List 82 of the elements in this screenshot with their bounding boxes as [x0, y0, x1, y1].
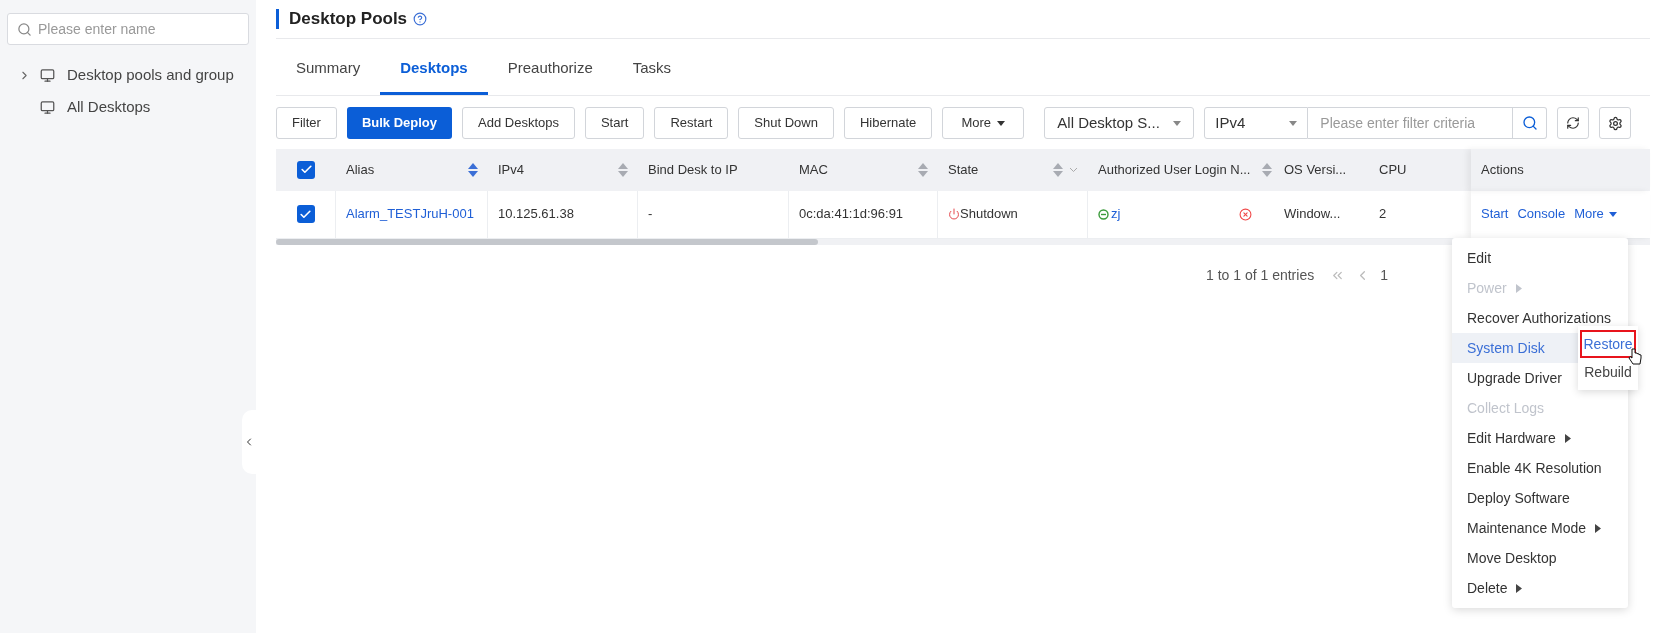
check-icon — [299, 163, 313, 176]
field-select[interactable]: IPv4 — [1204, 107, 1309, 139]
tab[interactable]: Summary — [276, 57, 381, 95]
user-link[interactable]: zj — [1111, 204, 1121, 224]
toolbar-button[interactable]: Hibernate — [843, 107, 933, 139]
refresh-icon — [1566, 116, 1581, 130]
tab[interactable]: Desktops — [380, 57, 488, 95]
status-select[interactable]: All Desktop S... — [1044, 107, 1195, 139]
monitor-icon — [40, 99, 55, 115]
table-cell-text: 10.125.61.38 — [498, 205, 574, 224]
table-cell-text: 2 — [1379, 205, 1387, 224]
caret-icon — [1608, 211, 1617, 217]
column-header: IPv4 — [498, 160, 524, 179]
search-icon — [17, 22, 32, 37]
search-field[interactable]: Please enter name — [7, 13, 249, 45]
caret-icon — [1564, 433, 1571, 443]
settings-icon — [1607, 115, 1623, 131]
column-header: Bind Desk to IP — [648, 160, 738, 179]
table-cell-text: 0c:da:41:1d:96:91 — [799, 205, 904, 224]
menu-item[interactable]: Recover Authorizations — [1452, 303, 1628, 333]
column-header: Alias — [346, 160, 375, 179]
menu-item[interactable]: Edit Hardware — [1452, 423, 1628, 453]
refresh-button[interactable] — [1557, 107, 1590, 139]
column-header: OS Versi... — [1284, 160, 1347, 179]
filter-field[interactable]: Please enter filter criteria — [1308, 107, 1514, 139]
toolbar-button[interactable]: Filter — [276, 107, 337, 139]
page-title: Desktop Pools — [289, 8, 408, 31]
toolbar-button[interactable]: More — [942, 107, 1025, 139]
state-text: Shutdown — [960, 205, 1018, 224]
sort-icon[interactable] — [1262, 162, 1273, 177]
checkbox[interactable] — [296, 205, 315, 223]
caret-icon — [1173, 120, 1182, 126]
column-header: State — [948, 160, 979, 179]
filter-caret-icon[interactable] — [1069, 166, 1078, 173]
action-link[interactable]: Console — [1517, 204, 1566, 224]
toolbar-button[interactable]: Start — [584, 107, 645, 139]
caret-icon — [1515, 283, 1522, 293]
help-icon[interactable] — [413, 12, 428, 26]
tab[interactable]: Preauthorize — [487, 57, 613, 95]
toolbar-button[interactable]: Bulk Deploy — [346, 107, 452, 139]
caret-icon — [1595, 523, 1602, 533]
power-icon — [948, 208, 960, 220]
column-header: Actions — [1481, 160, 1524, 179]
search-icon — [1521, 115, 1538, 131]
menu-item[interactable]: Delete — [1452, 573, 1628, 603]
more-link[interactable]: More — [1574, 204, 1617, 224]
action-link[interactable]: Start — [1481, 204, 1509, 224]
settings-button[interactable] — [1599, 107, 1632, 139]
tree-item[interactable]: Desktop pools and group — [67, 63, 234, 87]
table-cell-text: - — [648, 205, 653, 224]
column-header: CPU — [1379, 160, 1407, 179]
collapse-handle[interactable] — [242, 410, 256, 474]
menu-item[interactable]: Edit — [1452, 243, 1628, 273]
alias-link[interactable]: Alarm_TESTJruH-001 — [346, 204, 474, 224]
toolbar-button[interactable]: Restart — [654, 107, 729, 139]
pagination-summary: 1 to 1 of 1 entries — [1206, 265, 1315, 285]
search-button[interactable] — [1513, 107, 1548, 139]
tab[interactable]: Tasks — [612, 57, 692, 95]
monitor-icon — [40, 67, 55, 83]
menu-item[interactable]: Maintenance Mode — [1452, 513, 1628, 543]
page-number[interactable]: 1 — [1380, 264, 1388, 286]
remove-icon[interactable] — [1239, 207, 1252, 221]
column-header: MAC — [799, 160, 828, 179]
table-cell-text: Window... — [1284, 205, 1341, 224]
caret-icon — [1516, 583, 1523, 593]
menu-item[interactable]: Enable 4K Resolution — [1452, 453, 1628, 483]
toolbar-button[interactable]: Add Desktops — [462, 107, 575, 139]
sort-icon[interactable] — [618, 162, 628, 177]
sort-icon[interactable] — [918, 162, 928, 177]
sort-icon[interactable] — [468, 162, 478, 177]
checkbox[interactable] — [297, 160, 315, 179]
toolbar-button[interactable]: Shut Down — [738, 107, 834, 139]
tree-item[interactable]: All Desktops — [67, 95, 151, 119]
menu-item[interactable]: Move Desktop — [1452, 543, 1628, 573]
sort-icon[interactable] — [1053, 162, 1063, 177]
check-icon — [299, 207, 312, 221]
column-header: Authorized User Login N... — [1098, 160, 1251, 179]
scrollbar-thumb[interactable] — [276, 238, 818, 245]
caret-icon — [997, 120, 1006, 126]
user-icon — [1098, 208, 1109, 220]
caret-icon — [1289, 120, 1298, 126]
menu-item[interactable]: Deploy Software — [1452, 483, 1628, 513]
